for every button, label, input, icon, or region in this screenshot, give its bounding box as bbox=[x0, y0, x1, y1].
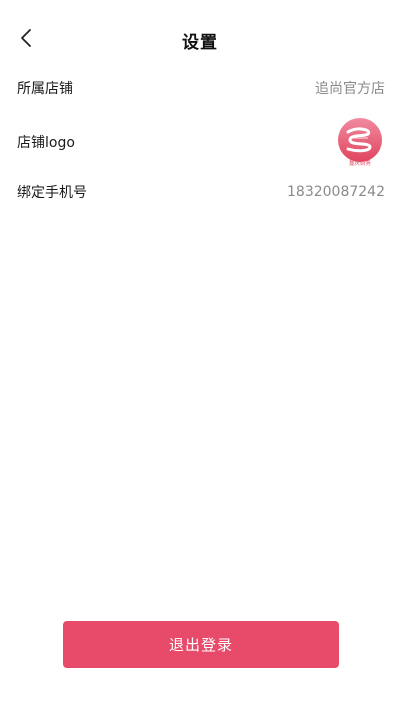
phone-value: 18320087242 bbox=[287, 184, 385, 200]
logo-label: 店铺logo bbox=[17, 135, 75, 151]
phone-label: 绑定手机号 bbox=[17, 185, 87, 201]
phone-row: 绑定手机号 18320087242 bbox=[0, 172, 400, 212]
page-title: 设置 bbox=[182, 33, 218, 53]
logout-button[interactable]: 退出登录 bbox=[63, 621, 339, 668]
svg-text:蔓庆财务: 蔓庆财务 bbox=[349, 159, 372, 167]
store-logo-image: 蔓庆财务 bbox=[338, 118, 382, 167]
store-label: 所属店铺 bbox=[17, 81, 73, 97]
store-logo[interactable]: 蔓庆财务 bbox=[334, 116, 386, 168]
store-row: 所属店铺 追尚官方店 bbox=[0, 68, 400, 108]
logo-row: 店铺logo 蔓庆财务 bbox=[0, 116, 400, 168]
store-value: 追尚官方店 bbox=[315, 81, 385, 97]
